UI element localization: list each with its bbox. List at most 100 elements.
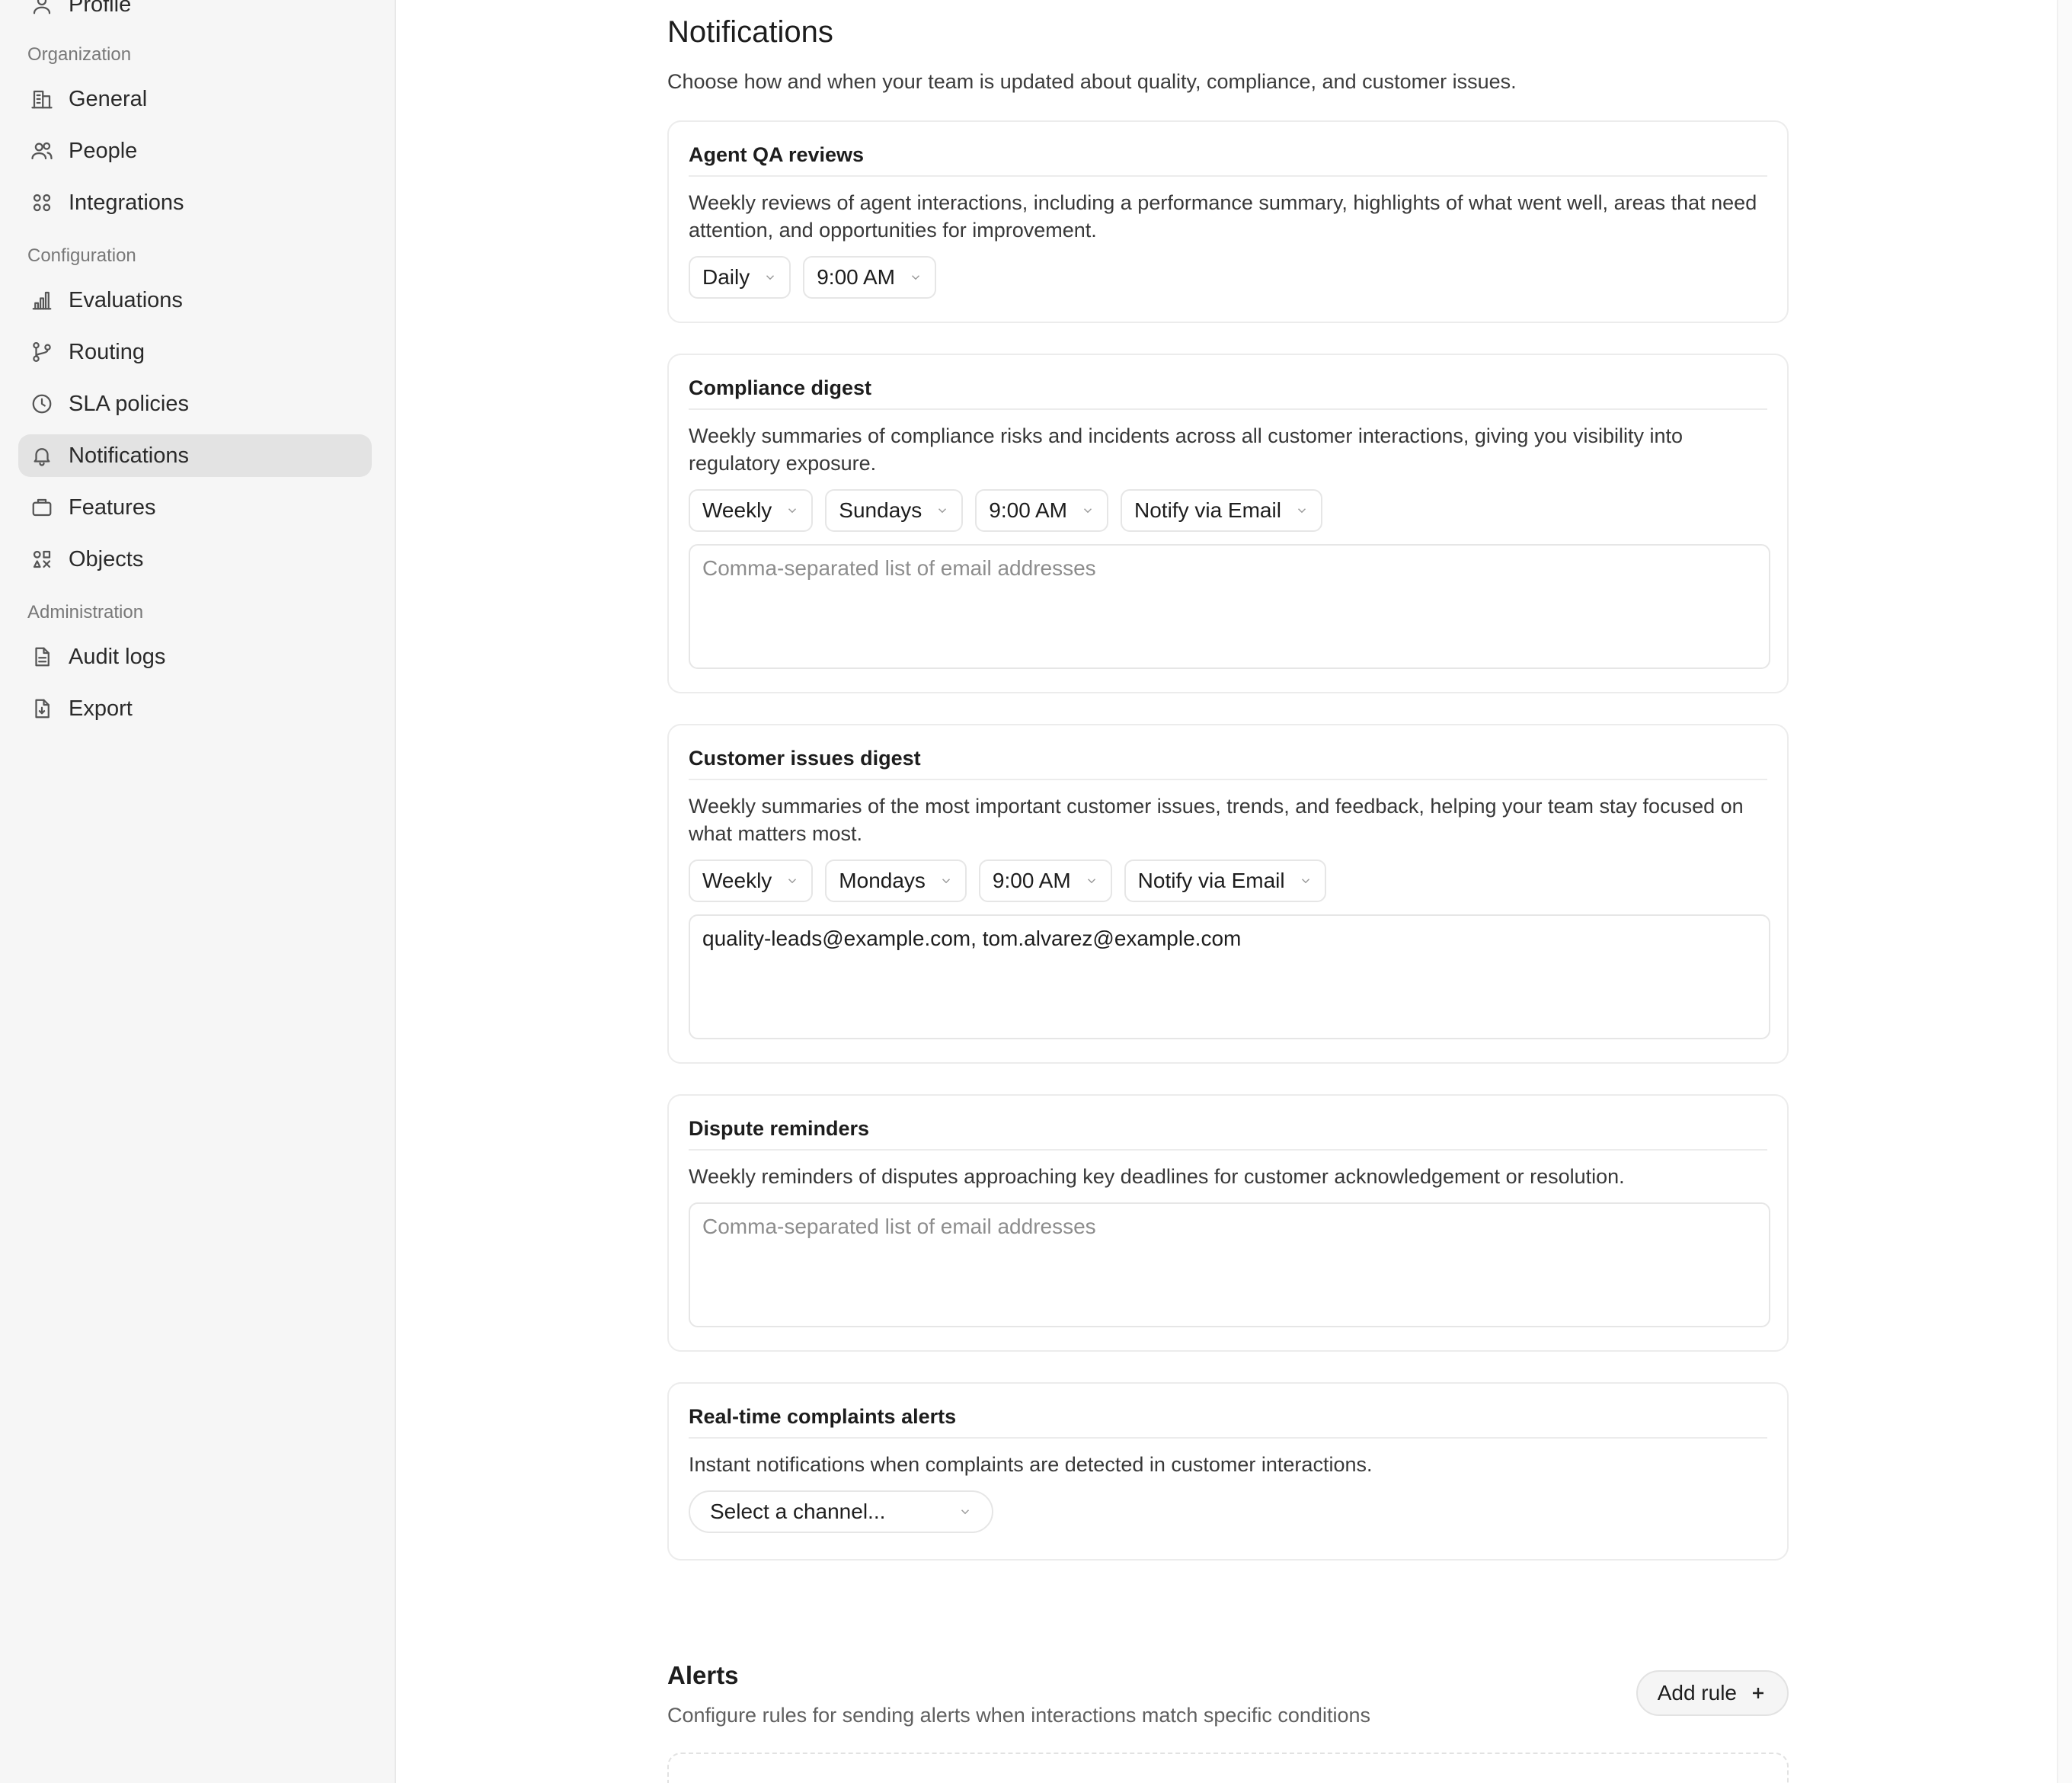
card-title: Agent QA reviews xyxy=(689,134,1767,177)
time-select[interactable]: 9:00 AM xyxy=(975,489,1108,532)
select-value: Sundays xyxy=(839,498,922,522)
sidebar-item-label: Integrations xyxy=(69,190,184,215)
select-value: 9:00 AM xyxy=(817,265,895,289)
briefcase-icon xyxy=(30,496,53,519)
sidebar-item-notifications[interactable]: Notifications xyxy=(18,434,372,477)
sidebar-item-objects[interactable]: Objects xyxy=(18,538,372,581)
day-select[interactable]: Sundays xyxy=(825,489,964,532)
chevron-down-icon xyxy=(763,270,777,284)
card-description: Weekly reviews of agent interactions, in… xyxy=(689,191,1757,242)
sidebar-item-label: Features xyxy=(69,495,156,520)
frequency-select[interactable]: Weekly xyxy=(689,489,814,532)
card-description: Weekly summaries of compliance risks and… xyxy=(689,424,1684,475)
select-value: Notify via Email xyxy=(1134,498,1281,522)
card-title: Real-time complaints alerts xyxy=(689,1396,1767,1439)
page-description: Choose how and when your team is updated… xyxy=(667,70,1517,93)
card-title: Dispute reminders xyxy=(689,1108,1767,1151)
complaints-alerts-card: Real-time complaints alerts Instant noti… xyxy=(667,1382,1789,1561)
bar-chart-icon xyxy=(30,289,53,312)
sidebar-section-organization: Organization xyxy=(27,44,132,65)
file-text-icon xyxy=(30,645,53,668)
time-select[interactable]: 9:00 AM xyxy=(803,256,936,299)
select-value: Daily xyxy=(702,265,750,289)
select-placeholder: Select a channel... xyxy=(710,1500,886,1523)
alert-rules-list xyxy=(667,1753,1789,1783)
card-title: Customer issues digest xyxy=(689,738,1767,780)
agent-qa-controls: Daily 9:00 AM xyxy=(689,256,936,299)
sidebar-item-label: Profile xyxy=(69,0,132,17)
card-description: Weekly reminders of disputes approaching… xyxy=(689,1165,1625,1188)
users-icon xyxy=(30,139,53,162)
select-value: Weekly xyxy=(702,869,772,892)
clock-icon xyxy=(30,392,53,415)
chevron-down-icon xyxy=(1299,874,1313,888)
chevron-down-icon xyxy=(935,504,949,517)
git-branch-icon xyxy=(30,341,53,363)
chevron-down-icon xyxy=(1295,504,1309,517)
sidebar-item-audit-logs[interactable]: Audit logs xyxy=(18,635,372,678)
card-description: Weekly summaries of the most important c… xyxy=(689,795,1744,845)
channel-select[interactable]: Notify via Email xyxy=(1124,859,1326,902)
sidebar-item-general[interactable]: General xyxy=(18,78,372,120)
file-export-icon xyxy=(30,697,53,720)
complaints-controls: Select a channel... xyxy=(689,1490,993,1533)
select-value: Mondays xyxy=(839,869,926,892)
grid-icon xyxy=(30,191,53,214)
building-icon xyxy=(30,88,53,110)
select-value: Notify via Email xyxy=(1137,869,1285,892)
customer-issues-card: Customer issues digest Weekly summaries … xyxy=(667,724,1789,1064)
sidebar-section-administration: Administration xyxy=(27,602,144,623)
day-select[interactable]: Mondays xyxy=(825,859,967,902)
shapes-icon xyxy=(30,548,53,571)
channel-select[interactable]: Select a channel... xyxy=(689,1490,993,1533)
agent-qa-card: Agent QA reviews Weekly reviews of agent… xyxy=(667,120,1789,323)
page-title: Notifications xyxy=(667,15,833,49)
user-icon xyxy=(30,0,53,16)
sidebar-item-profile[interactable]: Profile xyxy=(18,0,372,26)
sidebar-item-integrations[interactable]: Integrations xyxy=(18,181,372,224)
sidebar-item-label: Export xyxy=(69,696,133,721)
chevron-down-icon xyxy=(1085,874,1098,888)
email-recipients-input[interactable]: Comma-separated list of email addresses xyxy=(689,544,1770,669)
email-recipients-input[interactable]: Comma-separated list of email addresses xyxy=(689,1202,1770,1327)
compliance-digest-card: Compliance digest Weekly summaries of co… xyxy=(667,354,1789,693)
card-description: Instant notifications when complaints ar… xyxy=(689,1453,1373,1476)
bell-icon xyxy=(30,444,53,467)
frequency-select[interactable]: Daily xyxy=(689,256,791,299)
time-select[interactable]: 9:00 AM xyxy=(978,859,1112,902)
chevron-down-icon xyxy=(958,1505,972,1519)
sidebar-item-evaluations[interactable]: Evaluations xyxy=(18,279,372,322)
sidebar-item-export[interactable]: Export xyxy=(18,687,372,730)
channel-select[interactable]: Notify via Email xyxy=(1121,489,1322,532)
select-value: 9:00 AM xyxy=(992,869,1071,892)
customer-issues-controls: Weekly Mondays 9:00 AM Notify via Email xyxy=(689,859,1326,902)
sidebar-item-label: Notifications xyxy=(69,443,189,468)
sidebar-item-label: Objects xyxy=(69,546,144,571)
frequency-select[interactable]: Weekly xyxy=(689,859,814,902)
sidebar: Profile Organization General People Inte… xyxy=(0,0,396,1783)
sidebar-item-label: Routing xyxy=(69,339,145,364)
compliance-controls: Weekly Sundays 9:00 AM Notify via Email xyxy=(689,489,1322,532)
sidebar-item-features[interactable]: Features xyxy=(18,486,372,529)
card-title: Compliance digest xyxy=(689,367,1767,410)
sidebar-item-label: Evaluations xyxy=(69,287,183,312)
sidebar-item-label: General xyxy=(69,86,148,111)
chevron-down-icon xyxy=(785,874,799,888)
sidebar-item-sla-policies[interactable]: SLA policies xyxy=(18,383,372,425)
select-value: 9:00 AM xyxy=(989,498,1067,522)
select-value: Weekly xyxy=(702,498,772,522)
email-recipients-input[interactable]: quality-leads@example.com, tom.alvarez@e… xyxy=(689,914,1770,1039)
chevron-down-icon xyxy=(939,874,953,888)
add-rule-label: Add rule xyxy=(1657,1681,1737,1705)
dispute-reminders-card: Dispute reminders Weekly reminders of di… xyxy=(667,1094,1789,1352)
chevron-down-icon xyxy=(785,504,799,517)
chevron-down-icon xyxy=(1081,504,1095,517)
sidebar-item-people[interactable]: People xyxy=(18,130,372,172)
sidebar-item-routing[interactable]: Routing xyxy=(18,331,372,373)
add-rule-button[interactable]: Add rule xyxy=(1636,1670,1789,1716)
scrollbar[interactable] xyxy=(2057,0,2072,1783)
chevron-down-icon xyxy=(909,270,922,284)
alerts-description: Configure rules for sending alerts when … xyxy=(667,1704,1370,1727)
alerts-title: Alerts xyxy=(667,1661,739,1689)
plus-icon xyxy=(1749,1684,1767,1702)
